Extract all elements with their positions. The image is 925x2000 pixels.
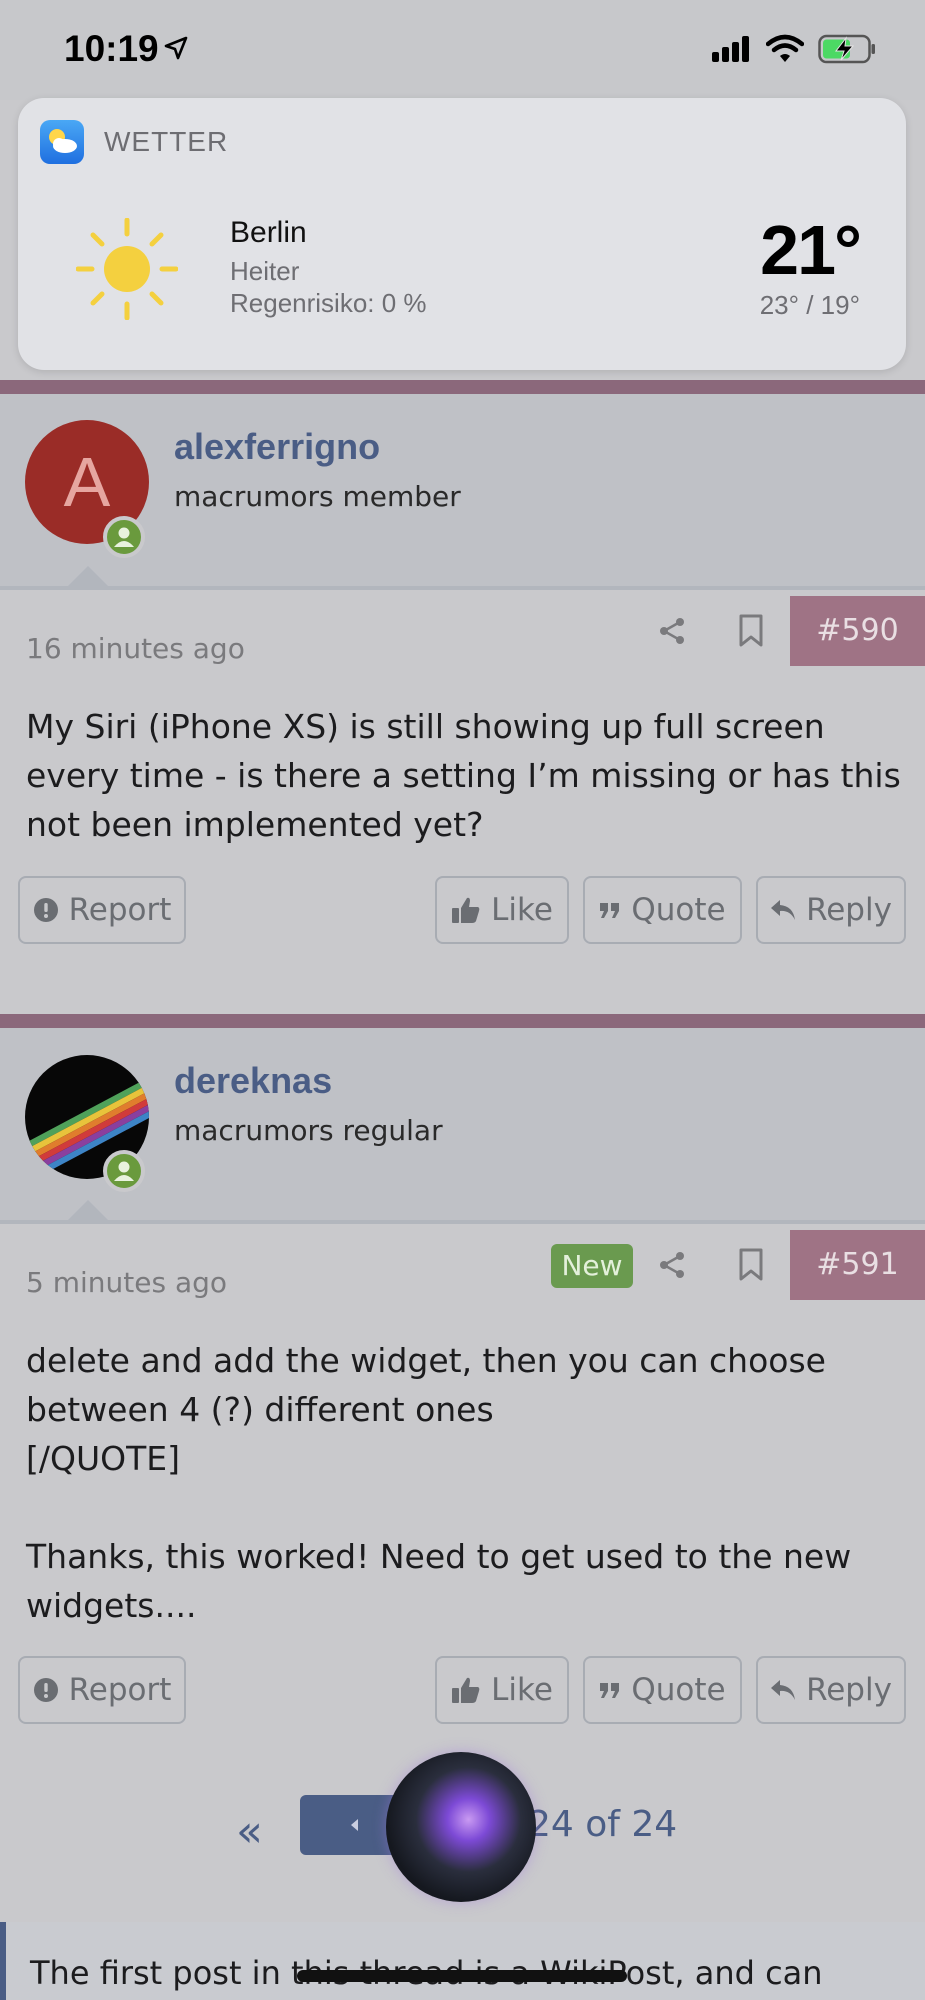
bookmark-icon[interactable] [738,1248,764,1282]
reply-icon [771,1680,796,1700]
alert-icon [33,898,58,922]
quote-icon [600,1683,620,1698]
post-divider-bar [0,1014,925,1028]
report-label: Report [68,1672,172,1708]
quote-icon [600,903,620,918]
reply-button[interactable]: Reply [756,876,906,944]
post-divider-bar [0,380,925,394]
post-username[interactable]: alexferrigno [174,426,380,468]
weather-condition: Heiter [230,256,300,286]
location-arrow-icon [164,36,188,60]
report-label: Report [68,892,172,928]
cellular-signal-icon [712,36,749,62]
page-indicator[interactable]: 24 of 24 [528,1804,677,1845]
battery-charging-icon [818,34,875,64]
post-user-title: macrumors member [174,480,461,513]
thumbs-up-icon [452,897,480,923]
post-user-title: macrumors regular [174,1114,443,1147]
quote-label: Quote [631,1672,726,1708]
post-timestamp[interactable]: 16 minutes ago [26,632,245,665]
wifi-icon [766,34,804,62]
first-page-button[interactable]: « [236,1806,263,1857]
report-button[interactable]: Report [18,1656,186,1724]
weather-temperature: 21° [760,211,862,289]
status-time: 10:19 [64,28,159,69]
sun-icon [76,218,178,320]
like-button[interactable]: Like [435,876,569,944]
home-indicator[interactable] [297,1970,627,1982]
like-label: Like [491,1672,553,1708]
weather-app-icon [40,120,84,164]
report-button[interactable]: Report [18,876,186,944]
weather-city: Berlin [230,216,307,249]
siri-orb-icon[interactable] [386,1752,536,1902]
online-status-icon [103,516,145,558]
like-label: Like [491,892,553,928]
post-timestamp[interactable]: 5 minutes ago [26,1266,227,1299]
share-icon[interactable] [658,1250,688,1280]
user-header-border [0,586,925,590]
like-button[interactable]: Like [435,1656,569,1724]
user-header-border [0,1220,925,1224]
weather-high-low: 23° / 19° [759,290,860,320]
weather-rain-chance: Regenrisiko: 0 % [230,288,427,318]
quote-label: Quote [631,892,726,928]
reply-icon [771,900,796,920]
reply-label: Reply [806,1672,892,1708]
online-status-icon [103,1150,145,1192]
alert-icon [33,1678,58,1702]
thumbs-up-icon [452,1677,480,1703]
user-header-caret [66,566,110,588]
post-body: My Siri (iPhone XS) is still showing up … [26,707,901,844]
post-body: delete and add the widget, then you can … [26,1341,852,1625]
bookmark-icon[interactable] [738,614,764,648]
quote-button[interactable]: Quote [583,876,742,944]
reply-button[interactable]: Reply [756,1656,906,1724]
quote-button[interactable]: Quote [583,1656,742,1724]
weather-widget[interactable]: WETTER Berlin Heiter Regenrisiko: 0 % 21… [18,98,906,370]
post-username[interactable]: dereknas [174,1060,332,1102]
post-number[interactable]: #591 [790,1230,925,1300]
new-badge: New [551,1244,633,1288]
user-header-caret [66,1200,110,1222]
widget-app-name: WETTER [104,126,229,157]
post-number[interactable]: #590 [790,596,925,666]
share-icon[interactable] [658,616,688,646]
reply-label: Reply [806,892,892,928]
